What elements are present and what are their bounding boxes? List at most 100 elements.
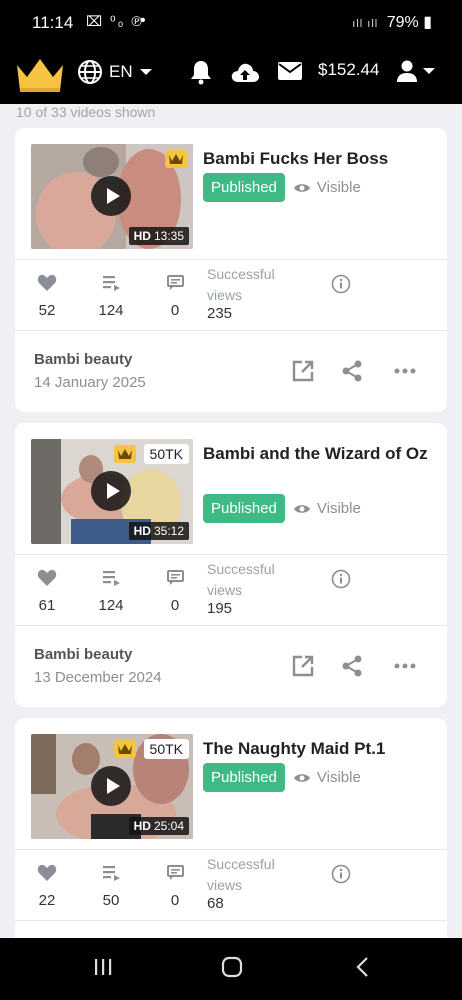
crown-icon — [118, 449, 132, 459]
open-external-icon[interactable] — [291, 359, 315, 383]
video-thumbnail[interactable]: 50TK HD 35:12 — [31, 439, 193, 544]
token-price-badge: 50TK — [143, 444, 189, 464]
playlists-stat: 50 — [86, 864, 136, 909]
card-footer: Bambi beauty 14 January 2025 — [15, 331, 447, 411]
clock: 11:14 — [32, 13, 74, 32]
wallet-balance[interactable]: $152.44 — [318, 60, 379, 80]
comments-icon — [167, 275, 184, 290]
eye-icon — [293, 773, 310, 782]
language-selector[interactable]: EN — [77, 59, 153, 85]
likes-stat: 52 — [22, 274, 72, 319]
duration-badge: HD 13:35 — [128, 227, 189, 245]
info-icon[interactable] — [331, 274, 351, 294]
comments-icon — [167, 570, 184, 585]
video-thumbnail[interactable]: HD 13:35 — [31, 144, 193, 249]
video-card: HD 13:35 Bambi Fucks Her Boss Published V… — [15, 128, 447, 412]
info-icon[interactable] — [331, 864, 351, 884]
author-name[interactable]: Bambi beauty — [34, 351, 132, 368]
status-row: Published Visible — [203, 173, 361, 202]
successful-views-label: Successful views — [207, 856, 275, 893]
system-status-bar: 11:14 ⌧ ⁰₀ ℗ • ıll ıll 79% ▮ — [0, 0, 462, 46]
eye-icon — [293, 504, 310, 513]
bell-icon[interactable] — [190, 59, 212, 85]
author-name[interactable]: Bambi beauty — [34, 646, 132, 663]
visibility-indicator: Visible — [293, 769, 361, 786]
globe-icon — [78, 60, 102, 84]
published-badge: Published — [203, 173, 285, 202]
published-badge: Published — [203, 494, 285, 523]
chevron-down-icon — [423, 68, 435, 74]
video-thumbnail[interactable]: 50TK HD 25:04 — [31, 734, 193, 839]
play-button[interactable] — [91, 176, 131, 216]
publish-date: 14 January 2025 — [34, 374, 146, 391]
video-title[interactable]: Bambi and the Wizard of Oz — [203, 441, 433, 467]
video-card: 50TK HD 35:12 Bambi and the Wizard of Oz … — [15, 423, 447, 707]
signal-icon: ıll ıll — [352, 18, 379, 30]
user-icon — [397, 60, 417, 82]
play-button[interactable] — [91, 471, 131, 511]
comments-stat: 0 — [150, 274, 200, 319]
stats-row: 52 124 0 Successful views 235 — [15, 260, 447, 330]
crown-icon — [118, 744, 132, 754]
more-notifications-dot: • — [140, 12, 146, 29]
chevron-down-icon — [139, 69, 152, 75]
recent-apps-icon[interactable] — [92, 956, 114, 978]
premium-crown-badge — [114, 740, 136, 758]
status-row: Published Visible — [203, 763, 361, 792]
visibility-indicator: Visible — [293, 500, 361, 517]
info-icon[interactable] — [331, 569, 351, 589]
app-header: EN $152.44 — [0, 46, 462, 104]
successful-views: Successful views 195 — [207, 559, 297, 617]
eye-icon — [293, 183, 310, 192]
heart-icon — [37, 274, 57, 291]
likes-stat: 22 — [22, 864, 72, 909]
video-title[interactable]: The Naughty Maid Pt.1 — [203, 736, 433, 762]
battery-level: 79% — [386, 14, 419, 31]
status-row: Published Visible — [203, 494, 361, 523]
premium-crown-badge — [165, 150, 187, 168]
playlist-icon — [103, 571, 120, 586]
upload-cloud-icon[interactable] — [230, 60, 260, 84]
play-button[interactable] — [91, 766, 131, 806]
home-icon[interactable] — [221, 956, 243, 978]
successful-views: Successful views 68 — [207, 854, 297, 912]
successful-views-label: Successful views — [207, 561, 275, 598]
crown-logo-icon[interactable] — [15, 55, 65, 95]
crown-icon — [169, 154, 183, 164]
successful-views-label: Successful views — [207, 266, 275, 303]
comments-stat: 0 — [150, 569, 200, 614]
premium-crown-badge — [114, 445, 136, 463]
system-indicators: ıll ıll 79% ▮ — [352, 12, 432, 32]
playlist-icon — [103, 276, 120, 291]
successful-views: Successful views 235 — [207, 264, 297, 322]
back-icon[interactable] — [352, 956, 374, 978]
visibility-indicator: Visible — [293, 179, 361, 196]
likes-stat: 61 — [22, 569, 72, 614]
more-options-icon[interactable] — [393, 367, 417, 375]
video-card: 50TK HD 25:04 The Naughty Maid Pt.1 Publi… — [15, 718, 447, 948]
stats-row: 61 124 0 Successful views 195 — [15, 555, 447, 625]
comments-icon — [167, 865, 184, 880]
share-icon[interactable] — [340, 654, 364, 678]
card-footer: Bambi beauty 13 December 2024 — [15, 626, 447, 706]
divider — [15, 920, 447, 921]
stats-row: 22 50 0 Successful views 68 — [15, 850, 447, 920]
heart-icon — [37, 864, 57, 881]
duration-badge: HD 25:04 — [128, 817, 189, 835]
more-options-icon[interactable] — [393, 662, 417, 670]
playlist-icon — [103, 866, 120, 881]
heart-icon — [37, 569, 57, 586]
language-label: EN — [109, 62, 133, 81]
notification-icons: ⌧ ⁰₀ ℗ — [86, 13, 144, 29]
token-price-badge: 50TK — [143, 739, 189, 759]
battery-icon: ▮ — [423, 14, 432, 31]
publish-date: 13 December 2024 — [34, 669, 162, 686]
open-external-icon[interactable] — [291, 654, 315, 678]
video-title[interactable]: Bambi Fucks Her Boss — [203, 146, 433, 172]
share-icon[interactable] — [340, 359, 364, 383]
system-navigation-bar — [0, 938, 462, 1000]
user-menu[interactable] — [396, 59, 436, 83]
playlists-stat: 124 — [86, 569, 136, 614]
comments-stat: 0 — [150, 864, 200, 909]
mail-icon[interactable] — [277, 61, 303, 81]
